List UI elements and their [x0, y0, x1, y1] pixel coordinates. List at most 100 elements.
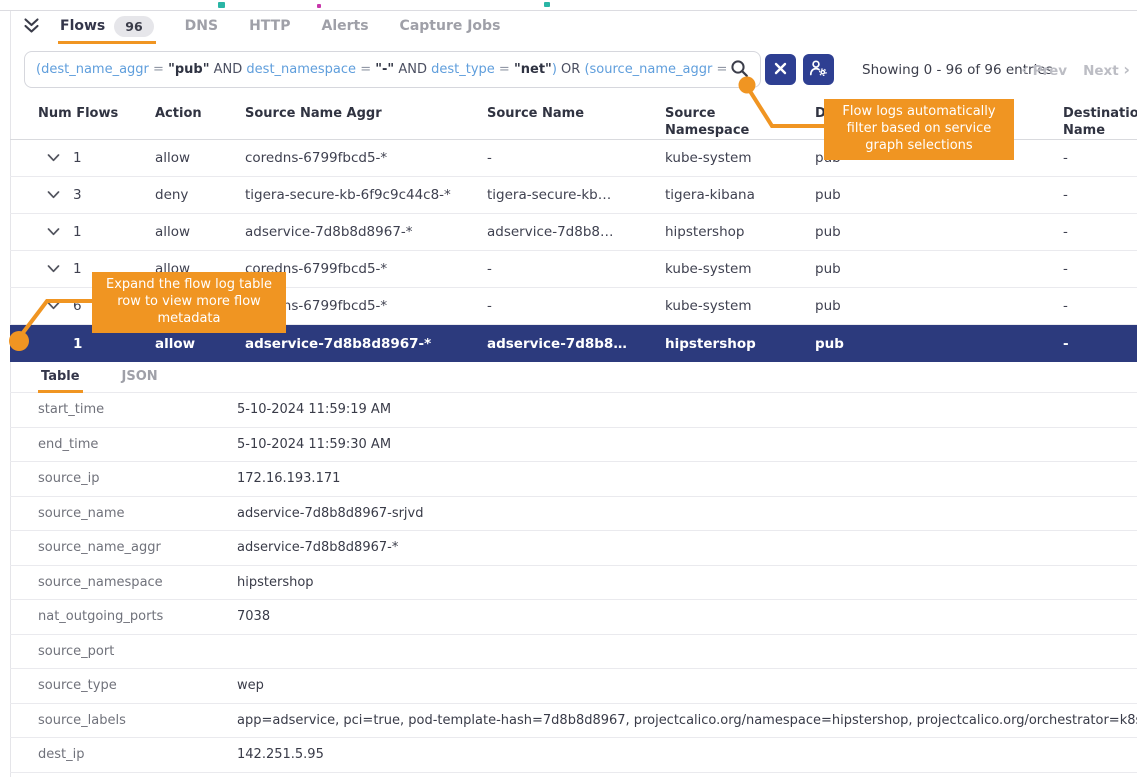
top-cropped-strip: [0, 0, 1137, 11]
cell-source-name-aggr: adservice-7d8b8d8967-*: [245, 336, 487, 352]
cell-source-name-aggr: tigera-secure-kb-6f9c9c44c8-*: [245, 187, 487, 203]
detail-value: 5-10-2024 11:59:30 AM: [237, 437, 1137, 452]
detail-row: end_time5-10-2024 11:59:30 AM: [10, 428, 1137, 463]
cell-dest-name-aggr: pub: [815, 224, 1063, 240]
cell-source-namespace: kube-system: [665, 150, 815, 166]
detail-value: app=adservice, pci=true, pod-template-ha…: [237, 713, 1137, 728]
detail-row: source_namespacehipstershop: [10, 566, 1137, 601]
tab-capture-jobs[interactable]: Capture Jobs: [398, 11, 503, 44]
strip-mark-teal: [218, 2, 225, 8]
cell-dest-name-aggr: pub: [815, 336, 1063, 352]
detail-tab-json[interactable]: JSON: [119, 369, 161, 393]
detail-value: 7038: [237, 609, 1137, 624]
user-settings-button[interactable]: [803, 54, 834, 85]
detail-value: adservice-7d8b8d8967-*: [237, 540, 1137, 555]
detail-key: source_name: [10, 506, 237, 521]
detail-row: source_ip172.16.193.171: [10, 462, 1137, 497]
tab-http[interactable]: HTTP: [247, 11, 292, 44]
cell-source-namespace: hipstershop: [665, 224, 815, 240]
detail-key: start_time: [10, 402, 237, 417]
filter-query-text: (dest_name_aggr = "pub" AND dest_namespa…: [36, 62, 728, 77]
col-source-name-aggr[interactable]: Source Name Aggr: [245, 106, 487, 140]
flow-table-row[interactable]: 1allowadservice-7d8b8d8967-*adservice-7d…: [10, 214, 1137, 251]
col-source-name[interactable]: Source Name: [487, 106, 665, 140]
detail-tab-table[interactable]: Table: [38, 369, 83, 393]
cell-num-flows: 1: [38, 150, 155, 166]
log-type-tab-bar: Flows 96 DNS HTTP Alerts Capture Jobs: [11, 11, 529, 44]
detail-key: nat_outgoing_ports: [10, 609, 237, 624]
cell-action: allow: [155, 150, 245, 166]
cell-dest-name-aggr: pub: [815, 187, 1063, 203]
cell-action: deny: [155, 187, 245, 203]
num-flows-value: 1: [73, 150, 82, 166]
cell-source-name: tigera-secure-kb…: [487, 187, 665, 203]
cell-num-flows: 1: [38, 336, 155, 352]
col-destination-name[interactable]: Destination Name: [1063, 106, 1137, 140]
detail-key: end_time: [10, 437, 237, 452]
tab-alerts[interactable]: Alerts: [319, 11, 370, 44]
row-expand-caret-icon[interactable]: [47, 154, 60, 162]
num-flows-value: 3: [73, 187, 82, 203]
user-gear-icon: [809, 59, 828, 80]
cell-source-name: adservice-7d8b8…: [487, 224, 665, 240]
flow-logs-page: Flows 96 DNS HTTP Alerts Capture Jobs (d…: [0, 0, 1137, 777]
callout-filter-note: Flow logs automatically filter based on …: [824, 99, 1014, 160]
next-button[interactable]: Next ›: [1083, 60, 1130, 79]
cell-destination-name: -: [1063, 187, 1137, 203]
pagination: ‹ Prev Next ›: [1021, 51, 1130, 88]
num-flows-value: 1: [73, 224, 82, 240]
tab-dns[interactable]: DNS: [183, 11, 220, 44]
cell-destination-name: -: [1063, 224, 1137, 240]
num-flows-value: 1: [73, 261, 82, 277]
col-action[interactable]: Action: [155, 106, 245, 140]
tab-flows[interactable]: Flows 96: [58, 11, 156, 44]
detail-key: source_namespace: [10, 575, 237, 590]
chevron-left-icon: ‹: [1021, 60, 1028, 79]
detail-key: source_ip: [10, 471, 237, 486]
flow-table-row[interactable]: 3 denytigera-secure-kb-6f9c9c44c8-*tigera…: [10, 177, 1137, 214]
num-flows-value: 6: [73, 298, 82, 314]
col-num-flows[interactable]: Num Flows: [38, 106, 155, 140]
prev-button[interactable]: ‹ Prev: [1021, 60, 1067, 79]
cell-destination-name: -: [1063, 261, 1137, 277]
cell-num-flows: 1: [38, 224, 155, 240]
row-expand-caret-icon[interactable]: [47, 265, 60, 273]
query-segment: OR: [561, 62, 580, 77]
callout-expand-note: Expand the flow log table row to view mo…: [92, 272, 286, 333]
collapse-panel-icon[interactable]: [23, 11, 40, 40]
detail-value: 172.16.193.171: [237, 471, 1137, 486]
cell-num-flows: 3: [38, 187, 155, 203]
cell-source-name: -: [487, 150, 665, 166]
query-segment: "net": [514, 62, 552, 77]
row-expand-caret-icon[interactable]: [47, 228, 60, 236]
query-segment: dest_type: [431, 62, 495, 77]
detail-row: source_port: [10, 635, 1137, 670]
row-expand-caret-icon[interactable]: [47, 191, 60, 199]
cell-dest-name-aggr: pub: [815, 261, 1063, 277]
filter-query-input[interactable]: (dest_name_aggr = "pub" AND dest_namespa…: [24, 51, 761, 88]
cell-source-namespace: kube-system: [665, 298, 815, 314]
detail-value: adservice-7d8b8d8967-srjvd: [237, 506, 1137, 521]
query-segment: =: [153, 62, 164, 77]
query-segment: "pub": [168, 62, 209, 77]
cell-destination-name: -: [1063, 150, 1137, 166]
query-segment: dest_name_aggr: [41, 62, 149, 77]
detail-value: wep: [237, 678, 1137, 693]
cell-dest-name-aggr: pub: [815, 298, 1063, 314]
detail-value: 142.251.5.95: [237, 747, 1137, 762]
cell-source-name: -: [487, 298, 665, 314]
query-segment: source_name_aggr: [590, 62, 713, 77]
search-icon[interactable]: [730, 59, 749, 82]
query-segment: =: [499, 62, 510, 77]
row-expand-caret-icon[interactable]: [47, 302, 60, 310]
col-source-namespace[interactable]: Source Namespace: [665, 106, 815, 140]
cell-source-namespace: hipstershop: [665, 336, 815, 352]
clear-filter-button[interactable]: [765, 54, 796, 85]
flow-detail-rows: start_time5-10-2024 11:59:19 AMend_time5…: [10, 393, 1137, 773]
close-icon: [774, 62, 787, 78]
detail-row: nat_outgoing_ports7038: [10, 600, 1137, 635]
query-segment: ): [552, 62, 557, 77]
cell-action: allow: [155, 336, 245, 352]
detail-row: source_labelsapp=adservice, pci=true, po…: [10, 704, 1137, 739]
query-segment: =: [360, 62, 371, 77]
